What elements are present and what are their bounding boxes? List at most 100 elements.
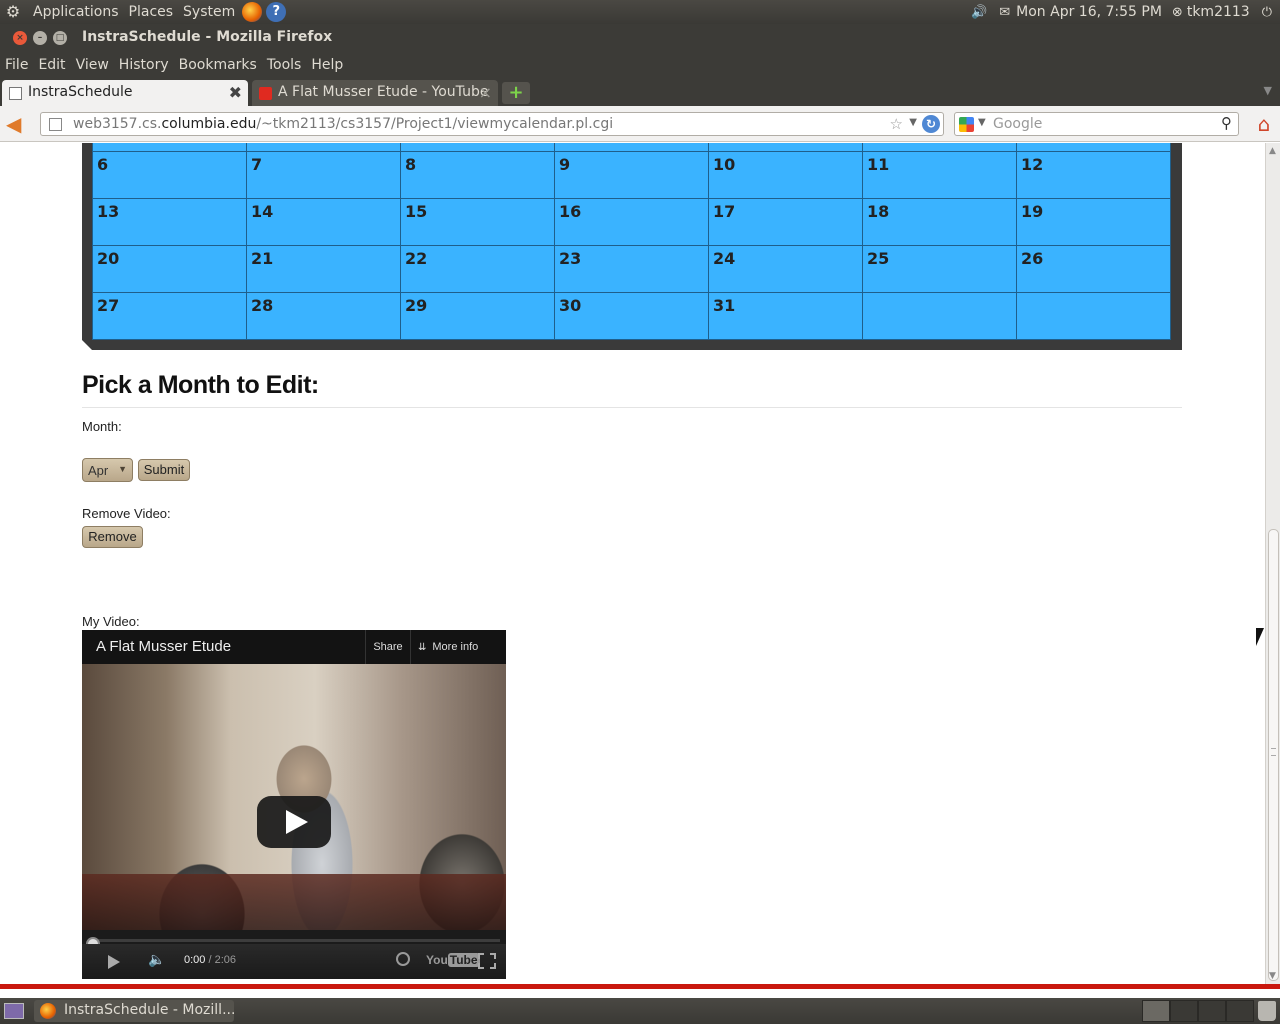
url-bar[interactable]: web3157.cs.columbia.edu/~tkm2113/cs3157/… (40, 112, 944, 136)
calendar-day-cell[interactable]: 6 (92, 151, 247, 199)
tab-youtube[interactable]: A Flat Musser Etude - YouTube × (252, 80, 498, 106)
youtube-player[interactable]: A Flat Musser Etude Share ⇊ More info 🔈 0… (82, 630, 506, 979)
calendar-day-cell[interactable]: 16 (554, 198, 709, 246)
calendar-day-cell[interactable]: 19 (1016, 198, 1171, 246)
mail-icon[interactable]: ✉ (999, 5, 1010, 20)
menu-edit[interactable]: Edit (33, 57, 70, 73)
video-title[interactable]: A Flat Musser Etude (96, 638, 231, 655)
calendar-day-cell[interactable]: 23 (554, 245, 709, 293)
google-engine-icon[interactable] (959, 117, 974, 132)
calendar-day-cell[interactable]: 26 (1016, 245, 1171, 293)
video-frame[interactable] (82, 664, 506, 930)
big-play-button[interactable] (257, 796, 331, 848)
new-tab-icon[interactable]: + (502, 82, 530, 104)
workspace-1[interactable] (1142, 1000, 1170, 1022)
calendar-day-cell[interactable]: 24 (708, 245, 863, 293)
user-status-icon[interactable]: ⊗ (1172, 5, 1183, 20)
volume-icon[interactable]: 🔈 (148, 952, 165, 968)
month-select[interactable]: Apr ▼ (82, 458, 133, 482)
menu-history[interactable]: History (114, 57, 174, 73)
scroll-up-icon[interactable]: ▲ (1269, 146, 1276, 156)
calendar-day-cell[interactable] (246, 143, 401, 152)
calendar-day-cell[interactable]: 14 (246, 198, 401, 246)
menu-help[interactable]: Help (306, 57, 348, 73)
menu-view[interactable]: View (71, 57, 114, 73)
close-tab-icon[interactable]: ✖ (229, 83, 242, 102)
calendar-day-cell[interactable]: 18 (862, 198, 1017, 246)
workspace-3[interactable] (1198, 1000, 1226, 1022)
power-icon[interactable]: ⏻ (1262, 5, 1272, 20)
progress-bar[interactable] (82, 930, 506, 951)
scroll-down-icon[interactable]: ▼ (1269, 971, 1276, 981)
calendar-day-cell[interactable]: 13 (92, 198, 247, 246)
system-menu[interactable]: System (178, 4, 240, 20)
calendar-day-cell[interactable]: 10 (708, 151, 863, 199)
calendar-day-cell[interactable]: 7 (246, 151, 401, 199)
calendar-day-cell[interactable]: 29 (400, 292, 555, 340)
share-button[interactable]: Share (365, 630, 411, 664)
minimize-window-icon[interactable]: – (33, 31, 47, 45)
reload-icon[interactable]: ↻ (922, 115, 940, 133)
menu-bookmarks[interactable]: Bookmarks (174, 57, 262, 73)
calendar-day-cell[interactable]: 12 (1016, 151, 1171, 199)
calendar-day-cell[interactable]: 31 (708, 292, 863, 340)
calendar-day-cell[interactable]: 21 (246, 245, 401, 293)
tab-list-dropdown-icon[interactable]: ▼ (1264, 84, 1272, 97)
watch-later-icon[interactable] (396, 952, 410, 966)
play-icon[interactable] (108, 955, 120, 969)
home-icon[interactable]: ⌂ (1252, 112, 1276, 136)
close-window-icon[interactable]: × (13, 31, 27, 45)
site-identity-icon[interactable] (49, 118, 62, 131)
fullscreen-icon[interactable] (478, 953, 496, 969)
more-info-button[interactable]: ⇊ More info (418, 630, 498, 664)
url-history-dropdown-icon[interactable]: ▼ (909, 117, 917, 128)
calendar-day-cell[interactable]: 30 (554, 292, 709, 340)
calendar-day-cell[interactable]: 25 (862, 245, 1017, 293)
menu-file[interactable]: File (0, 57, 33, 73)
youtube-logo-icon[interactable]: You Tube (426, 953, 480, 967)
calendar-day-cell[interactable]: 27 (92, 292, 247, 340)
calendar-day-cell[interactable] (1016, 292, 1171, 340)
calendar-day-cell[interactable] (1016, 143, 1171, 152)
clock[interactable]: Mon Apr 16, 7:55 PM (1016, 4, 1162, 20)
remove-video-button[interactable]: Remove (82, 526, 143, 548)
firefox-launcher-icon[interactable] (242, 2, 263, 22)
calendar-day-cell[interactable]: 20 (92, 245, 247, 293)
submit-button[interactable]: Submit (138, 459, 190, 481)
maximize-window-icon[interactable]: □ (53, 31, 67, 45)
calendar-day-cell[interactable] (92, 143, 247, 152)
bookmark-star-icon[interactable]: ☆ (890, 115, 903, 133)
calendar-day-cell[interactable]: 11 (862, 151, 1017, 199)
taskbar-firefox-window[interactable]: InstraSchedule - Mozill... (34, 1000, 234, 1022)
scroll-thumb[interactable] (1268, 529, 1279, 981)
calendar-day-cell[interactable]: 9 (554, 151, 709, 199)
workspace-4[interactable] (1226, 1000, 1254, 1022)
search-bar[interactable]: ▼ Google ⚲ (954, 112, 1239, 136)
search-icon[interactable]: ⚲ (1221, 114, 1232, 132)
trash-icon[interactable] (1258, 1001, 1276, 1021)
calendar-day-cell[interactable] (708, 143, 863, 152)
help-icon[interactable]: ? (266, 2, 287, 22)
volume-icon[interactable]: 🔊 (971, 5, 987, 20)
progress-track[interactable] (88, 939, 500, 942)
close-tab-icon[interactable]: × (479, 83, 492, 102)
applications-menu[interactable]: Applications (28, 4, 124, 20)
workspace-2[interactable] (1170, 1000, 1198, 1022)
search-engine-dropdown-icon[interactable]: ▼ (978, 117, 986, 128)
calendar-day-cell[interactable] (554, 143, 709, 152)
vertical-scrollbar[interactable]: ▲ ▼ (1265, 143, 1280, 984)
ubuntu-logo-icon[interactable]: ⚙ (4, 3, 22, 21)
tab-instraschedule[interactable]: InstraSchedule ✖ (2, 80, 248, 106)
calendar-day-cell[interactable] (862, 292, 1017, 340)
back-arrow-icon[interactable]: ◀ (6, 113, 30, 135)
places-menu[interactable]: Places (124, 4, 179, 20)
show-desktop-icon[interactable] (4, 1003, 24, 1019)
menu-tools[interactable]: Tools (262, 57, 307, 73)
calendar-day-cell[interactable]: 28 (246, 292, 401, 340)
calendar-day-cell[interactable] (400, 143, 555, 152)
user-menu[interactable]: tkm2113 (1187, 4, 1250, 20)
calendar-day-cell[interactable]: 15 (400, 198, 555, 246)
calendar-day-cell[interactable]: 8 (400, 151, 555, 199)
calendar-day-cell[interactable]: 17 (708, 198, 863, 246)
calendar-day-cell[interactable] (862, 143, 1017, 152)
